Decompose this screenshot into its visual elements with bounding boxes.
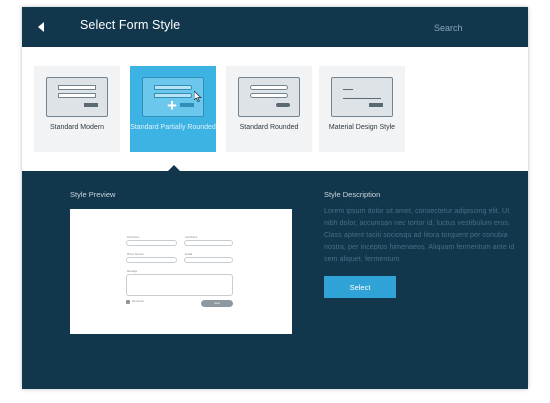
thumb-button: [369, 103, 383, 107]
preview-label: Remember: [132, 300, 145, 303]
plus-icon: +: [167, 96, 177, 115]
details-panel: Style Preview First Name Last Name Phone…: [22, 171, 528, 389]
thumb-underline: [343, 98, 381, 99]
style-card-label: Standard Modern: [49, 124, 105, 131]
preview-label: First Name: [127, 236, 140, 239]
preview-label: E-Mail: [185, 253, 193, 256]
thumb-field: [250, 93, 288, 98]
thumb-field: [250, 85, 288, 90]
thumb-field: [58, 93, 96, 98]
preview-label: Last Name: [185, 236, 198, 239]
preview-send-button: Send: [201, 300, 233, 307]
header-bar: Select Form Style: [22, 7, 528, 47]
back-button[interactable]: [32, 17, 52, 37]
mouse-cursor-icon: [194, 91, 202, 102]
thumb-field: [154, 85, 192, 90]
form-style-dialog: Select Form Style Standard Modern + St: [22, 7, 528, 389]
form-thumbnail-icon: [331, 77, 393, 117]
style-card-label: Standard Partially Rounded: [130, 124, 216, 131]
form-thumbnail-icon: [46, 77, 108, 117]
preview-heading: Style Preview: [70, 190, 116, 199]
preview-label: Phone Number: [127, 253, 144, 256]
style-card-label: Material Design Style: [328, 124, 396, 131]
description-text: Lorem ipsum dolor sit amet, consectetur …: [324, 208, 515, 263]
form-thumbnail-icon: [238, 77, 300, 117]
preview-label: Message: [127, 270, 138, 273]
style-options: Standard Modern + Standard Partially Rou…: [22, 47, 528, 171]
preview-checkbox: [126, 300, 130, 304]
preview-input: [126, 240, 177, 246]
style-card-standard-rounded[interactable]: Standard Rounded: [226, 66, 312, 152]
preview-textarea: [126, 274, 233, 296]
preview-input: [184, 257, 233, 263]
style-card-label: Standard Rounded: [239, 124, 299, 131]
thumb-button: [276, 103, 290, 107]
description-heading: Style Description: [324, 190, 381, 199]
select-button[interactable]: Select: [324, 276, 396, 298]
preview-input: [184, 240, 233, 246]
thumb-button: [84, 103, 98, 107]
preview-input: [126, 257, 177, 263]
style-preview-image: First Name Last Name Phone Number E-Mail…: [70, 209, 292, 334]
thumb-field: [58, 85, 96, 90]
style-card-standard-partially-rounded[interactable]: + Standard Partially Rounded: [130, 66, 216, 152]
page-title: Select Form Style: [80, 18, 181, 32]
thumb-button: [180, 103, 194, 107]
search-input[interactable]: [432, 19, 516, 37]
style-card-material-design[interactable]: Material Design Style: [319, 66, 405, 152]
back-arrow-icon: [38, 22, 44, 32]
style-card-standard-modern[interactable]: Standard Modern: [34, 66, 120, 152]
thumb-field: [343, 89, 353, 90]
